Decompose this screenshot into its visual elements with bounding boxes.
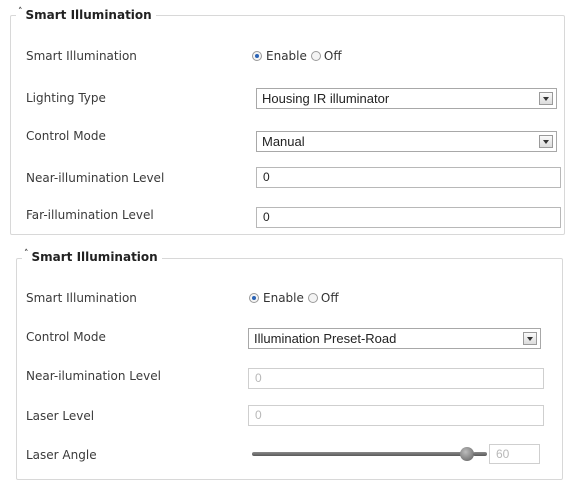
laser-level-label: Laser Level — [26, 409, 95, 423]
panel-1-title: Smart Illumination — [25, 8, 152, 22]
lighting-type-select[interactable]: Housing IR illuminator — [256, 88, 557, 109]
laser-level-input[interactable]: 0 — [248, 405, 544, 426]
panel-2-title: Smart Illumination — [31, 250, 158, 264]
smart-illumination-panel-1 — [10, 15, 565, 235]
control-mode-select[interactable]: Illumination Preset-Road — [248, 328, 541, 349]
off-radio[interactable] — [310, 51, 321, 61]
smart-illumination-label: Smart Illumination — [26, 291, 137, 305]
enable-label: Enable — [263, 291, 304, 305]
control-mode-value: Illumination Preset-Road — [254, 331, 397, 346]
near-illumination-input[interactable]: 0 — [248, 368, 544, 389]
off-label: Off — [320, 291, 339, 305]
laser-angle-slider-track[interactable] — [252, 452, 462, 456]
near-illumination-input[interactable]: 0 — [256, 167, 561, 188]
lighting-type-label: Lighting Type — [26, 91, 106, 105]
chevron-down-icon[interactable] — [539, 135, 553, 148]
smart-illumination-radio-group: Enable Off — [249, 291, 339, 305]
smart-illumination-radio-group: Enable Off — [252, 49, 342, 63]
off-label: Off — [323, 49, 342, 63]
enable-label: Enable — [266, 49, 307, 63]
enable-radio[interactable] — [252, 51, 262, 61]
collapse-icon: ˄ — [24, 249, 29, 259]
laser-angle-label: Laser Angle — [26, 448, 97, 462]
control-mode-label: Control Mode — [26, 330, 106, 344]
near-illumination-label: Near-ilumination Level — [26, 369, 161, 383]
collapse-icon: ˄ — [18, 7, 23, 17]
control-mode-value: Manual — [262, 134, 305, 149]
near-illumination-label: Near-illumination Level — [26, 171, 165, 185]
smart-illumination-label: Smart Illumination — [26, 49, 137, 63]
laser-angle-slider-track-end — [473, 452, 487, 456]
panel-1-legend[interactable]: ˄ Smart Illumination — [16, 7, 156, 22]
enable-radio[interactable] — [249, 293, 259, 303]
chevron-down-icon[interactable] — [539, 92, 553, 105]
off-radio[interactable] — [307, 293, 318, 303]
laser-angle-slider-thumb[interactable] — [460, 447, 474, 461]
control-mode-select[interactable]: Manual — [256, 131, 557, 152]
far-illumination-input[interactable]: 0 — [256, 207, 561, 228]
lighting-type-value: Housing IR illuminator — [262, 91, 390, 106]
chevron-down-icon[interactable] — [523, 332, 537, 345]
far-illumination-label: Far-illumination Level — [26, 208, 154, 222]
laser-angle-input[interactable]: 60 — [489, 444, 540, 464]
panel-2-legend[interactable]: ˄ Smart Illumination — [22, 249, 162, 264]
control-mode-label: Control Mode — [26, 129, 106, 143]
